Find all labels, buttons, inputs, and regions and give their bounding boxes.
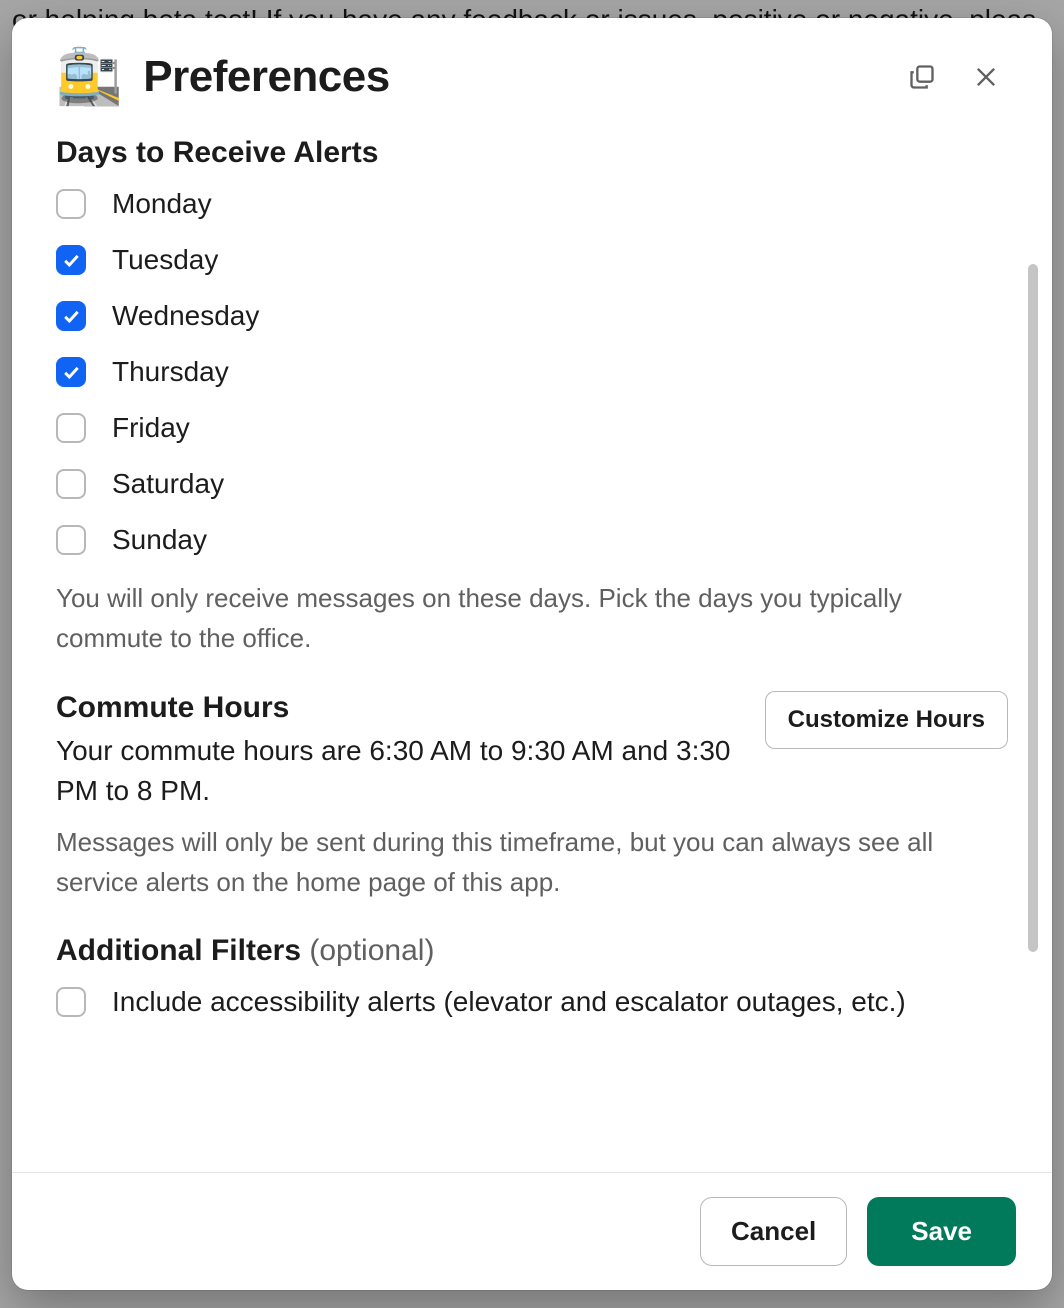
open-in-new-window-button[interactable] [900,55,944,99]
day-monday-row[interactable]: Monday [56,188,1008,220]
preferences-modal: 🚉 Preferences Days to Receive Alerts Mon… [12,18,1052,1290]
day-tuesday-label: Tuesday [112,244,218,276]
customize-hours-button[interactable]: Customize Hours [765,691,1008,749]
days-help-text: You will only receive messages on these … [56,578,1008,659]
days-heading: Days to Receive Alerts [56,136,1008,170]
day-friday-checkbox[interactable] [56,413,86,443]
station-icon: 🚉 [56,50,123,104]
day-monday-label: Monday [112,188,212,220]
modal-footer: Cancel Save [12,1172,1052,1290]
close-button[interactable] [964,55,1008,99]
day-saturday-checkbox[interactable] [56,469,86,499]
day-thursday-checkbox[interactable] [56,357,86,387]
filters-optional-label: (optional) [309,934,434,967]
day-friday-label: Friday [112,412,190,444]
close-icon [972,63,1000,91]
day-saturday-label: Saturday [112,468,224,500]
check-icon [61,362,81,382]
save-button[interactable]: Save [867,1197,1016,1266]
filter-0-row[interactable]: Include accessibility alerts (elevator a… [56,986,1008,1018]
commute-description: Your commute hours are 6:30 AM to 9:30 A… [56,731,745,812]
day-wednesday-row[interactable]: Wednesday [56,300,1008,332]
day-tuesday-checkbox[interactable] [56,245,86,275]
cancel-button[interactable]: Cancel [700,1197,847,1266]
day-sunday-row[interactable]: Sunday [56,524,1008,556]
commute-heading: Commute Hours [56,691,745,725]
day-sunday-label: Sunday [112,524,207,556]
day-friday-row[interactable]: Friday [56,412,1008,444]
filters-heading-text: Additional Filters [56,934,309,967]
filters-heading: Additional Filters (optional) [56,934,1008,968]
modal-body[interactable]: Days to Receive Alerts Monday Tuesday Wedn… [12,124,1052,1172]
commute-help-text: Messages will only be sent during this t… [56,822,1008,903]
commute-row: Commute Hours Your commute hours are 6:3… [56,691,1008,812]
open-in-new-window-icon [908,63,936,91]
filter-0-label: Include accessibility alerts (elevator a… [112,986,906,1018]
day-saturday-row[interactable]: Saturday [56,468,1008,500]
modal-header: 🚉 Preferences [12,18,1052,124]
scrollbar[interactable] [1028,264,1038,952]
day-monday-checkbox[interactable] [56,189,86,219]
modal-title: Preferences [143,52,880,102]
check-icon [61,250,81,270]
day-sunday-checkbox[interactable] [56,525,86,555]
days-checkbox-list: Monday Tuesday Wednesday Thursday Friday Satu… [56,188,1008,556]
day-tuesday-row[interactable]: Tuesday [56,244,1008,276]
day-wednesday-label: Wednesday [112,300,259,332]
check-icon [61,306,81,326]
filter-0-checkbox[interactable] [56,987,86,1017]
day-thursday-label: Thursday [112,356,229,388]
filters-checkbox-list: Include accessibility alerts (elevator a… [56,986,1008,1018]
day-thursday-row[interactable]: Thursday [56,356,1008,388]
day-wednesday-checkbox[interactable] [56,301,86,331]
